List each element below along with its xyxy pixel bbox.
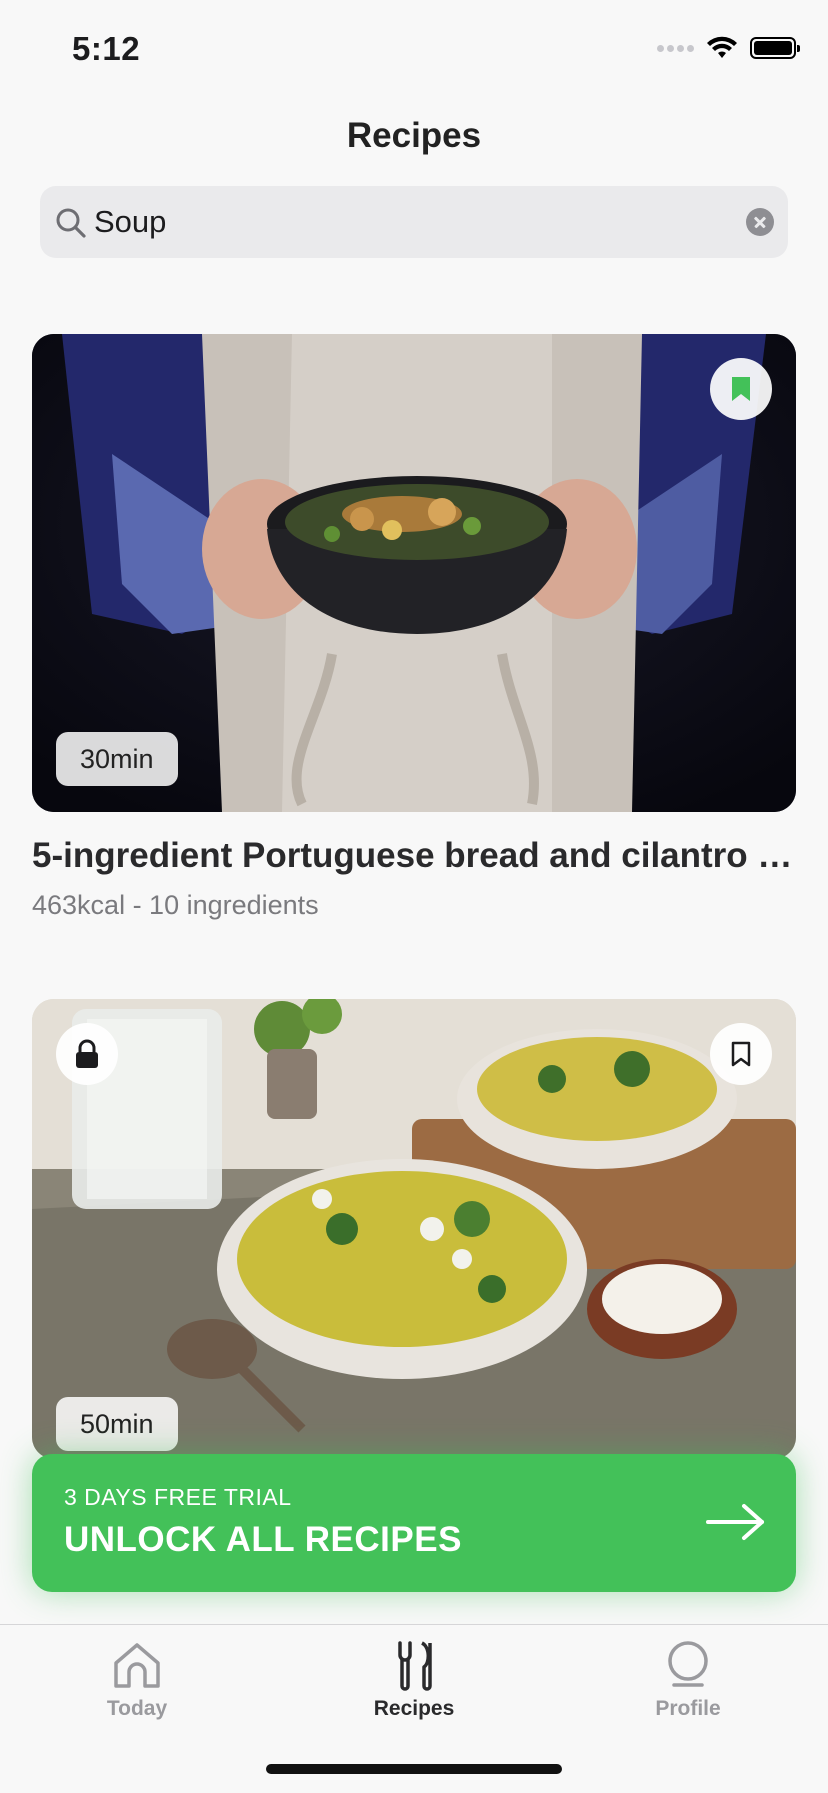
home-indicator [266, 1764, 562, 1774]
status-icons [657, 36, 800, 60]
soup-table-photo [32, 999, 796, 1459]
tab-today[interactable]: Today [37, 1625, 237, 1735]
cta-title: UNLOCK ALL RECIPES [64, 1520, 462, 1559]
tab-label: Recipes [373, 1697, 455, 1720]
search-bar[interactable] [40, 186, 788, 258]
clear-search-icon[interactable] [746, 208, 774, 236]
profile-icon [668, 1641, 708, 1687]
tab-label: Today [106, 1697, 168, 1720]
duration-badge: 30min [56, 732, 178, 786]
search-input[interactable] [94, 186, 734, 258]
search-icon [56, 208, 86, 238]
tab-profile[interactable]: Profile [588, 1625, 788, 1735]
recipe-meta: 463kcal - 10 ingredients [32, 890, 319, 920]
battery-icon [750, 37, 800, 59]
bookmark-button[interactable] [710, 1023, 772, 1085]
bookmark-outline-icon [731, 1041, 751, 1067]
bookmark-button[interactable] [710, 358, 772, 420]
recipe-image-1[interactable]: 30min [32, 334, 796, 812]
unlock-recipes-button[interactable]: 3 DAYS FREE TRIAL UNLOCK ALL RECIPES [32, 1454, 796, 1592]
page-title: Recipes [346, 116, 482, 155]
tab-recipes[interactable]: Recipes [314, 1625, 514, 1735]
home-icon [114, 1643, 160, 1688]
arrow-right-icon [706, 1504, 764, 1540]
lock-icon [76, 1039, 98, 1068]
bookmark-filled-icon [732, 377, 750, 401]
status-bar: 5:12 [0, 0, 828, 96]
duration-badge: 50min [56, 1397, 178, 1451]
status-time: 5:12 [72, 30, 141, 67]
tab-label: Profile [655, 1697, 721, 1720]
recipe-image-2[interactable]: 50min [32, 999, 796, 1459]
wifi-icon [707, 36, 737, 58]
cta-subtitle: 3 DAYS FREE TRIAL [64, 1484, 292, 1510]
lock-button[interactable] [56, 1023, 118, 1085]
cellular-signal-icon [657, 44, 694, 52]
fork-knife-icon [398, 1641, 432, 1691]
recipe-title[interactable]: 5-ingredient Portuguese bread and cilant… [32, 836, 798, 876]
